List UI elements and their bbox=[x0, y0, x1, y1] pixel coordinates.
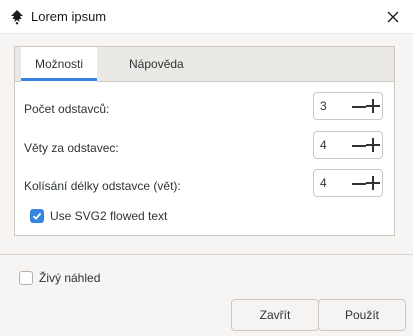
paragraph-count-label: Počet odstavců: bbox=[24, 102, 110, 116]
tab-options[interactable]: Možnosti bbox=[21, 47, 98, 82]
close-dialog-label: Zavřít bbox=[259, 308, 291, 322]
apply-label: Použít bbox=[344, 308, 380, 322]
paragraph-length-variation-value[interactable]: 4 bbox=[320, 176, 327, 190]
close-dialog-button[interactable]: Zavřít bbox=[231, 299, 319, 331]
title-bar: Lorem ipsum bbox=[0, 0, 413, 34]
sentences-per-paragraph-stepper[interactable]: 4 bbox=[313, 131, 383, 159]
live-preview-checkbox[interactable] bbox=[19, 271, 33, 285]
increment-icon[interactable] bbox=[366, 99, 380, 113]
svg2-flowed-text-label[interactable]: Use SVG2 flowed text bbox=[50, 209, 167, 223]
window-title: Lorem ipsum bbox=[31, 9, 107, 24]
sentences-per-paragraph-label: Věty za odstavec: bbox=[24, 141, 119, 155]
tab-help-label: Nápověda bbox=[129, 57, 184, 71]
increment-icon[interactable] bbox=[366, 176, 380, 190]
decrement-icon[interactable] bbox=[352, 145, 366, 147]
sentences-per-paragraph-value[interactable]: 4 bbox=[320, 138, 327, 152]
paragraph-count-value[interactable]: 3 bbox=[320, 99, 327, 113]
decrement-icon[interactable] bbox=[352, 183, 366, 185]
paragraph-length-variation-label: Kolísání délky odstavce (vět): bbox=[24, 179, 181, 193]
checkmark-icon bbox=[32, 212, 42, 220]
tab-bar: Možnosti Nápověda bbox=[15, 47, 394, 82]
paragraph-count-stepper[interactable]: 3 bbox=[313, 92, 383, 120]
decrement-icon[interactable] bbox=[352, 106, 366, 108]
options-notebook: Možnosti Nápověda Počet odstavců: 3 Věty… bbox=[14, 46, 395, 236]
apply-button[interactable]: Použít bbox=[318, 299, 406, 331]
close-button[interactable] bbox=[383, 7, 403, 27]
increment-icon[interactable] bbox=[366, 138, 380, 152]
inkscape-icon bbox=[11, 10, 23, 25]
close-icon bbox=[387, 11, 399, 23]
footer-separator bbox=[0, 254, 413, 255]
tab-help[interactable]: Nápověda bbox=[115, 47, 198, 81]
paragraph-length-variation-stepper[interactable]: 4 bbox=[313, 169, 383, 197]
svg2-flowed-text-checkbox[interactable] bbox=[30, 209, 44, 223]
tab-options-label: Možnosti bbox=[35, 57, 84, 71]
live-preview-label[interactable]: Živý náhled bbox=[39, 271, 100, 285]
